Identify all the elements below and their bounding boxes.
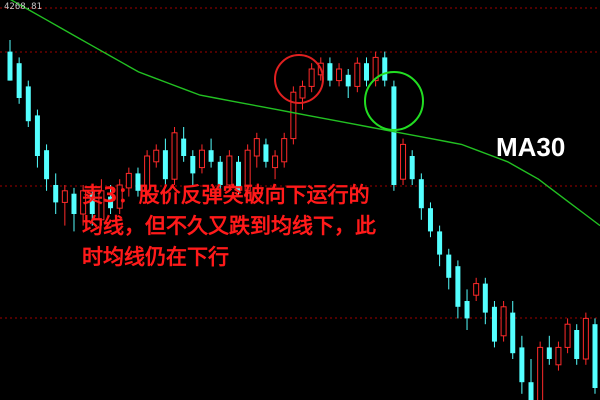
candle-down <box>345 74 351 87</box>
candle-up <box>555 346 562 366</box>
candle-down <box>363 63 369 81</box>
candle-up <box>281 138 288 163</box>
candle-up <box>500 306 507 337</box>
caption-line-1: 卖3：股价反弹突破向下运行的 <box>82 183 370 207</box>
candle-down <box>44 150 50 180</box>
candle-down <box>162 150 168 180</box>
candle-up <box>400 143 407 180</box>
candle-up <box>582 317 589 360</box>
candle-down <box>7 51 13 81</box>
candle-up <box>537 346 544 400</box>
candle-up <box>272 155 279 169</box>
caption-text: 卖3：股价反弹突破向下运行的 均线，但不久又跌到均线下，此 时均线仍在下行 <box>82 180 482 273</box>
candle-up <box>253 138 260 157</box>
candle-up <box>564 323 571 348</box>
candle-down <box>409 156 415 180</box>
candle-down <box>25 86 31 122</box>
candle-down <box>190 156 196 174</box>
candle-up <box>473 283 480 296</box>
candle-down <box>464 301 470 319</box>
candle-down <box>181 138 187 156</box>
caption-line-2: 均线，但不久又跌到均线下，此 <box>82 214 376 238</box>
candle-up <box>153 149 160 163</box>
candle-down <box>519 347 525 383</box>
candle-down <box>16 63 22 98</box>
candle-down <box>71 193 77 214</box>
candle-down <box>482 283 488 313</box>
candle-down <box>491 306 497 342</box>
price-label: 4268.81 <box>4 2 42 12</box>
candle-down <box>546 347 552 359</box>
candle-down <box>263 144 269 162</box>
candle-down <box>382 57 388 81</box>
candle-down <box>592 324 598 388</box>
breakout-red-circle <box>274 54 324 104</box>
candle-up <box>308 68 315 87</box>
ma30-label: MA30 <box>496 132 566 162</box>
candle-up <box>61 190 68 203</box>
candle-up <box>198 149 205 169</box>
candle-down <box>327 63 333 81</box>
candle-down <box>528 382 534 400</box>
candle-down <box>510 312 516 354</box>
candle-down <box>208 150 214 162</box>
candle-up <box>299 85 306 99</box>
candle-down <box>34 115 40 156</box>
caption-line-3: 时均线仍在下行 <box>82 245 229 269</box>
candle-up <box>171 132 178 180</box>
candle-up <box>290 91 297 140</box>
candle-up <box>354 62 361 87</box>
candle-up <box>336 68 343 82</box>
candle-down <box>391 86 397 185</box>
candle-down <box>53 185 59 203</box>
candle-down <box>574 330 580 359</box>
